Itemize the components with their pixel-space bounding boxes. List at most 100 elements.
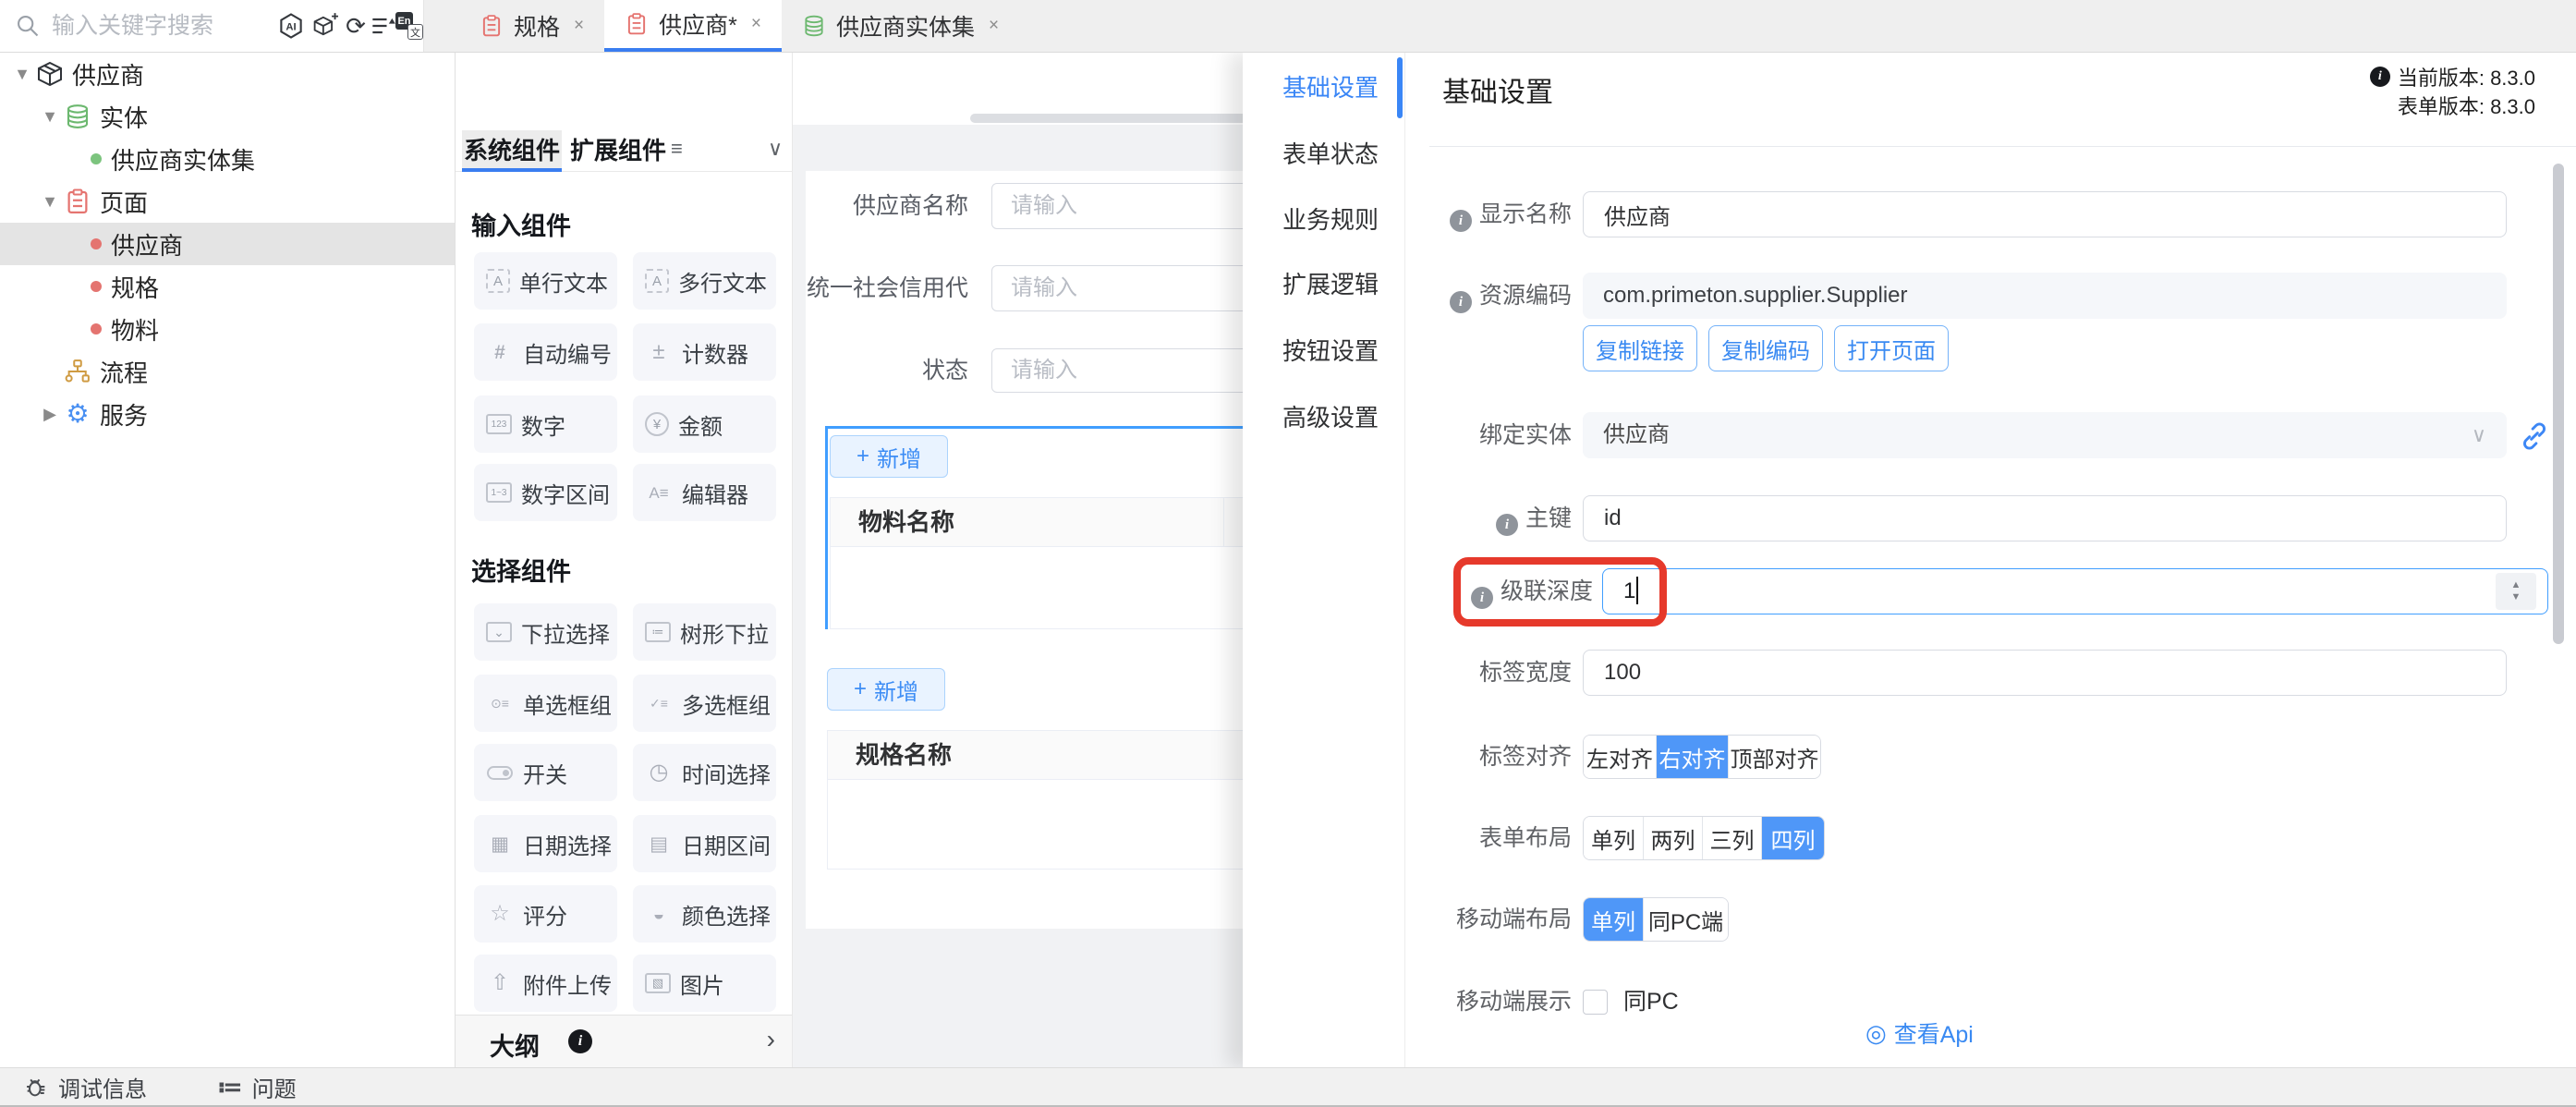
single-line-text-icon: A: [486, 269, 510, 293]
cascade-depth-input[interactable]: 1 ▲▼: [1602, 568, 2548, 614]
ai-assistant-icon[interactable]: AI: [277, 12, 305, 40]
nav-button-settings[interactable]: 按钮设置: [1282, 336, 1379, 366]
bind-entity-label: 绑定实体: [1405, 412, 1572, 458]
number-range-icon: 1~3: [486, 482, 512, 503]
palette-item-date-range[interactable]: ▤日期区间: [633, 815, 776, 872]
tree-node-supplier-page-selected[interactable]: 供应商: [0, 223, 455, 265]
palette-item-rich-editor[interactable]: A≡编辑器: [633, 464, 776, 521]
tree-node-supplier-entity-set[interactable]: 供应商实体集: [0, 138, 455, 180]
copy-link-button[interactable]: 复制链接: [1583, 325, 1697, 371]
outline-bar[interactable]: 大纲 i ›: [456, 1015, 792, 1067]
entity-link-icon[interactable]: [2520, 421, 2549, 451]
palette-tab-extension[interactable]: 扩展组件: [570, 130, 666, 168]
align-left-option[interactable]: 左对齐: [1584, 736, 1656, 778]
same-as-pc-checkbox[interactable]: [1583, 990, 1608, 1015]
red-dot-icon: [91, 238, 102, 249]
palette-item-color-picker[interactable]: ◒颜色选择: [633, 885, 776, 943]
info-icon[interactable]: i: [1471, 587, 1493, 609]
palette-item-image[interactable]: ▧图片: [633, 955, 776, 1012]
nav-extension-logic[interactable]: 扩展逻辑: [1282, 270, 1379, 299]
palette-item-number[interactable]: 123数字: [474, 395, 617, 453]
tab-close-icon[interactable]: ×: [989, 16, 999, 36]
one-column-option[interactable]: 单列: [1584, 817, 1643, 859]
tab-spec[interactable]: 规格 ×: [459, 0, 604, 52]
palette-item-radio-group[interactable]: ⊙≡单选框组: [474, 675, 617, 732]
palette-collapse-chevron-icon[interactable]: ∨: [768, 137, 783, 161]
info-icon[interactable]: i: [1496, 514, 1518, 536]
copy-code-button[interactable]: 复制编码: [1708, 325, 1823, 371]
align-top-option[interactable]: 顶部对齐: [1728, 736, 1820, 778]
settings-scrollbar[interactable]: [2553, 164, 2564, 644]
three-column-option[interactable]: 三列: [1702, 817, 1761, 859]
info-icon[interactable]: i: [1450, 210, 1472, 232]
display-name-input[interactable]: [1583, 191, 2507, 237]
align-right-option[interactable]: 右对齐: [1656, 736, 1728, 778]
primary-key-input[interactable]: [1583, 495, 2507, 541]
caret-down-icon[interactable]: ▼: [39, 192, 61, 212]
nav-form-state[interactable]: 表单状态: [1282, 140, 1379, 169]
tree-node-spec-page[interactable]: 规格: [0, 265, 455, 308]
sort-list-icon[interactable]: [370, 12, 397, 40]
caret-down-icon[interactable]: ▼: [39, 107, 61, 127]
issues-button[interactable]: ≔ 问题: [217, 1068, 297, 1105]
tab-close-icon[interactable]: ×: [751, 14, 761, 34]
palette-item-counter[interactable]: ±计数器: [633, 323, 776, 381]
tree-node-label: 服务: [100, 397, 148, 432]
palette-item-checkbox-group[interactable]: ✓≡多选框组: [633, 675, 776, 732]
palette-item-tree-dropdown[interactable]: ≔树形下拉: [633, 603, 776, 661]
mobile-one-column-option[interactable]: 单列: [1584, 898, 1643, 941]
search-input[interactable]: [52, 0, 264, 52]
tree-node-material-page[interactable]: 物料: [0, 308, 455, 350]
row-cascade-depth: i级联深度 1 ▲▼: [1405, 568, 2576, 614]
caret-down-icon[interactable]: ▼: [11, 65, 33, 84]
bind-entity-select[interactable]: 供应商 ∨: [1583, 412, 2507, 458]
tab-supplier-active[interactable]: 供应商* ×: [604, 0, 782, 52]
add-row-button[interactable]: + 新增: [830, 435, 948, 478]
outline-expand-chevron-icon[interactable]: ›: [767, 1025, 775, 1054]
refresh-icon[interactable]: ⟳: [342, 12, 370, 40]
debug-info-button[interactable]: 调试信息: [23, 1068, 147, 1105]
palette-item-switch[interactable]: 开关: [474, 744, 617, 801]
nav-business-rules[interactable]: 业务规则: [1282, 205, 1379, 235]
tree-node-entity[interactable]: ▼ 实体: [0, 95, 455, 138]
tree-node-pages[interactable]: ▼ 页面: [0, 180, 455, 223]
add-module-icon[interactable]: [310, 12, 338, 40]
nav-basic-settings[interactable]: 基础设置: [1282, 73, 1379, 103]
tab-supplier-entity-set[interactable]: 供应商实体集 ×: [782, 0, 1019, 52]
caret-right-icon[interactable]: ▶: [39, 405, 61, 424]
palette-item-multi-line-text[interactable]: A多行文本: [633, 252, 776, 310]
radio-group-icon: ⊙≡: [486, 697, 514, 710]
palette-item-number-range[interactable]: 1~3数字区间: [474, 464, 617, 521]
tab-close-icon[interactable]: ×: [574, 16, 584, 36]
switch-icon: [486, 766, 514, 780]
tree-node-supplier-root[interactable]: ▼ 供应商: [0, 53, 455, 95]
palette-item-currency[interactable]: ¥金额: [633, 395, 776, 453]
palette-item-time-picker[interactable]: ◷时间选择: [633, 744, 776, 801]
outline-info-icon[interactable]: i: [568, 1029, 592, 1053]
number-stepper[interactable]: ▲▼: [2496, 573, 2536, 610]
palette-item-auto-number[interactable]: #自动编号: [474, 323, 617, 381]
open-page-button[interactable]: 打开页面: [1834, 325, 1949, 371]
tree-node-service[interactable]: ▶ ⚙ 服务: [0, 393, 455, 435]
two-column-option[interactable]: 两列: [1643, 817, 1702, 859]
label-width-input[interactable]: [1583, 650, 2507, 696]
info-icon[interactable]: i: [1450, 291, 1472, 313]
palette-item-file-upload[interactable]: ⇧附件上传: [474, 955, 617, 1012]
palette-item-rating[interactable]: ☆评分: [474, 885, 617, 943]
translate-icon[interactable]: En 文: [395, 12, 423, 40]
palette-tab-system[interactable]: 系统组件: [462, 130, 562, 172]
mobile-same-as-pc-option[interactable]: 同PC端: [1643, 898, 1728, 941]
bug-icon: [23, 1074, 49, 1100]
palette-menu-icon[interactable]: ≡: [671, 137, 683, 161]
palette-item-label: 下拉选择: [521, 616, 610, 649]
entity-db-icon: [802, 14, 826, 38]
four-column-option[interactable]: 四列: [1761, 817, 1824, 859]
add-row-button[interactable]: + 新增: [827, 668, 945, 711]
tree-node-process[interactable]: 流程: [0, 350, 455, 393]
view-api-link[interactable]: ◎ 查看Api: [1865, 1016, 1974, 1050]
nav-advanced-settings[interactable]: 高级设置: [1282, 403, 1379, 432]
palette-item-date-picker[interactable]: ▦日期选择: [474, 815, 617, 872]
section-input-components: 输入组件: [471, 206, 571, 242]
palette-item-single-line-text[interactable]: A单行文本: [474, 252, 617, 310]
palette-item-select-dropdown[interactable]: ⌄下拉选择: [474, 603, 617, 661]
